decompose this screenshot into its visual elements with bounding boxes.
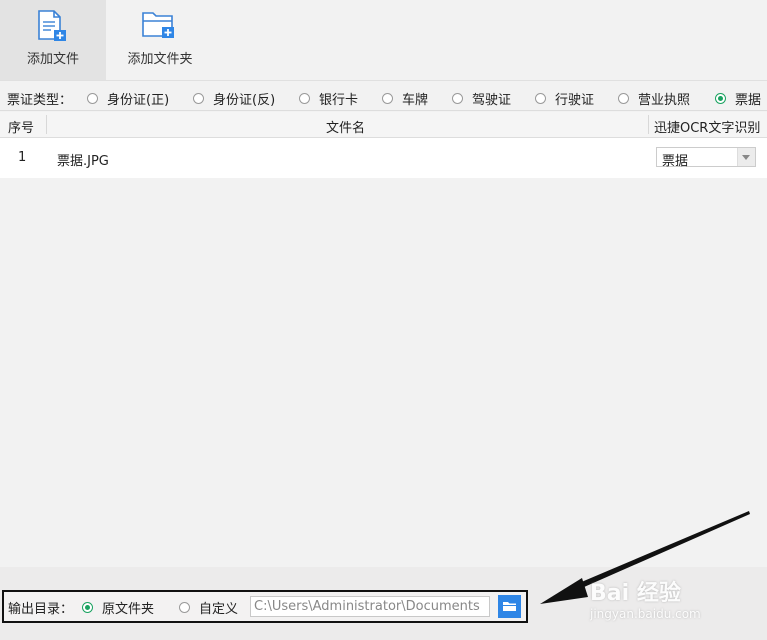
ticket-type-bar: 票证类型： 身份证(正) 身份证(反) 银行卡 车牌 驾驶证 行驶证 营业执照 … (0, 84, 767, 111)
radio-original-folder[interactable]: 原文件夹 (82, 598, 154, 617)
radio-label: 驾驶证 (472, 93, 512, 108)
radio-icon (535, 93, 546, 104)
radio-selected-icon (715, 93, 726, 104)
radio-icon (193, 93, 204, 104)
add-file-button[interactable]: 添加文件 (0, 0, 106, 80)
table-row[interactable]: 1 票据.JPG 票据 (0, 138, 767, 178)
radio-label: 银行卡 (319, 93, 359, 108)
column-filename: 文件名 (326, 121, 366, 136)
ocr-type-value: 票据 (662, 154, 689, 169)
radio-label: 票据 (735, 93, 762, 108)
radio-vehicle-license[interactable]: 行驶证 (535, 89, 594, 108)
chevron-down-icon (737, 148, 755, 166)
radio-business-license[interactable]: 营业执照 (618, 89, 690, 108)
radio-icon (299, 93, 310, 104)
row-filename: 票据.JPG (57, 154, 109, 169)
radio-label: 身份证(正) (107, 93, 170, 108)
radio-icon (452, 93, 463, 104)
add-folder-icon (142, 12, 174, 38)
watermark-url: jingyan.baidu.com (590, 607, 701, 621)
row-index: 1 (18, 150, 27, 165)
radio-icon (179, 602, 190, 613)
watermark-logo: Bai 经验 (590, 581, 681, 606)
radio-license-plate[interactable]: 车牌 (382, 89, 428, 108)
radio-label: 行驶证 (555, 93, 595, 108)
radio-selected-icon (82, 602, 93, 613)
browse-folder-button[interactable] (498, 595, 521, 618)
radio-receipt[interactable]: 票据 (715, 89, 761, 108)
file-table-header: 序号 文件名 迅捷OCR文字识别 (0, 112, 767, 138)
folder-icon (503, 602, 516, 611)
add-file-label: 添加文件 (26, 52, 79, 67)
radio-id-front[interactable]: 身份证(正) (87, 89, 169, 108)
radio-icon (618, 93, 629, 104)
radio-icon (87, 93, 98, 104)
add-folder-label: 添加文件夹 (127, 52, 193, 67)
column-index: 序号 (8, 121, 35, 136)
output-directory-box: 输出目录： 原文件夹 自定义 (2, 590, 528, 623)
toolbar: 添加文件 添加文件夹 (0, 0, 767, 81)
radio-driver-license[interactable]: 驾驶证 (452, 89, 511, 108)
radio-id-back[interactable]: 身份证(反) (193, 89, 275, 108)
radio-custom-folder[interactable]: 自定义 (179, 598, 238, 617)
ocr-type-select[interactable]: 票据 (656, 147, 756, 169)
radio-icon (382, 93, 393, 104)
column-divider (648, 115, 649, 134)
radio-label: 原文件夹 (102, 602, 155, 617)
radio-bank-card[interactable]: 银行卡 (299, 89, 358, 108)
column-ocr-type: 迅捷OCR文字识别 (654, 121, 761, 136)
add-folder-button[interactable]: 添加文件夹 (110, 0, 210, 80)
radio-label: 身份证(反) (213, 93, 276, 108)
radio-label: 车牌 (402, 93, 429, 108)
column-divider (46, 115, 47, 134)
add-file-icon (38, 10, 66, 41)
ticket-type-label: 票证类型： (7, 93, 73, 108)
radio-label: 营业执照 (638, 93, 691, 108)
radio-label: 自定义 (199, 602, 239, 617)
output-path-input[interactable] (250, 596, 490, 617)
output-label: 输出目录： (8, 602, 74, 617)
